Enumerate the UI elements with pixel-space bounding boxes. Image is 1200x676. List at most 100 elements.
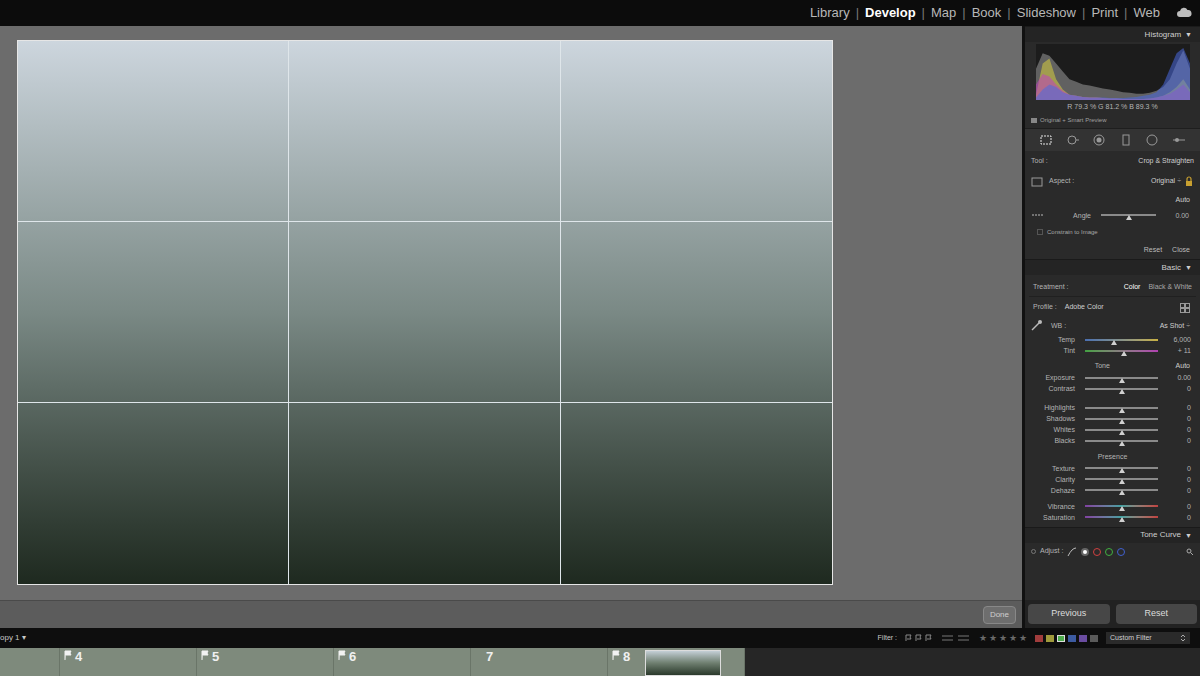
slider-track[interactable]: [1085, 429, 1158, 431]
lock-closed-icon[interactable]: [1184, 176, 1194, 187]
flag-icon[interactable]: [338, 650, 346, 660]
curve-channel[interactable]: [1081, 548, 1089, 556]
treatment-option[interactable]: Black & White: [1148, 282, 1192, 293]
flag-filter-icon[interactable]: [905, 634, 933, 642]
slider-thumb[interactable]: [1119, 517, 1125, 522]
module-link[interactable]: Print: [1091, 3, 1118, 23]
slider-value[interactable]: + 11: [1168, 347, 1196, 354]
slider-thumb[interactable]: [1119, 408, 1125, 413]
filmstrip-cell[interactable]: 7: [471, 648, 608, 676]
slider-track[interactable]: [1085, 440, 1158, 442]
spot-tool-icon[interactable]: [1066, 133, 1080, 147]
slider-value[interactable]: 6,000: [1168, 336, 1196, 343]
crop-action-button[interactable]: Close: [1172, 245, 1190, 256]
panel-header[interactable]: Basic▼: [1025, 259, 1200, 275]
flag-icon[interactable]: [64, 650, 72, 660]
panel-button[interactable]: Previous: [1028, 604, 1110, 624]
panel-button[interactable]: Reset: [1116, 604, 1198, 624]
slider-track[interactable]: [1085, 377, 1158, 379]
color-label[interactable]: [1057, 635, 1065, 642]
slider-track[interactable]: [1085, 505, 1158, 507]
cloud-icon[interactable]: [1176, 7, 1192, 19]
slider-value[interactable]: 0: [1168, 426, 1196, 433]
star[interactable]: ★: [999, 634, 1007, 643]
flag-icon[interactable]: [201, 650, 209, 660]
slider-thumb[interactable]: [1119, 479, 1125, 484]
color-label[interactable]: [1046, 635, 1054, 642]
slider-thumb[interactable]: [1119, 490, 1125, 495]
filmstrip-cell[interactable]: 6: [334, 648, 471, 676]
slider-track[interactable]: [1085, 489, 1158, 491]
module-link[interactable]: Slideshow: [1017, 3, 1076, 23]
panel-header[interactable]: Histogram▼: [1025, 26, 1200, 42]
eyedropper-icon[interactable]: [1029, 319, 1043, 333]
brush-tool-icon[interactable]: [1172, 133, 1186, 147]
slider-track[interactable]: [1085, 339, 1158, 341]
photo[interactable]: [17, 40, 833, 585]
aspect-arrow[interactable]: ÷: [1177, 176, 1181, 187]
slider-thumb[interactable]: [1119, 441, 1125, 446]
crop-tool-icon[interactable]: [1039, 133, 1053, 147]
thumbnail[interactable]: [645, 650, 721, 676]
slider-thumb[interactable]: [1121, 351, 1127, 356]
parametric-curve-icon[interactable]: [1067, 547, 1077, 557]
done-button[interactable]: Done: [983, 606, 1016, 624]
slider-track[interactable]: [1085, 388, 1158, 390]
slider-value[interactable]: 0.00: [1168, 374, 1196, 381]
module-link[interactable]: Web: [1134, 3, 1161, 23]
slider-value[interactable]: 0: [1168, 487, 1196, 494]
profile-value[interactable]: Adobe Color: [1065, 302, 1104, 313]
module-link[interactable]: Develop: [865, 3, 916, 23]
slider-track[interactable]: [1085, 467, 1158, 469]
panel-toggle[interactable]: ▼: [1185, 31, 1192, 38]
curve-channel[interactable]: [1117, 548, 1125, 556]
search-icon[interactable]: [1186, 548, 1194, 556]
crop-action-button[interactable]: Reset: [1144, 245, 1162, 256]
module-link[interactable]: Map: [931, 3, 956, 23]
panel-header[interactable]: Tone Curve▼: [1025, 527, 1200, 543]
tone-auto-button[interactable]: Auto: [1176, 361, 1196, 372]
slider-value[interactable]: 0: [1168, 465, 1196, 472]
slider-value[interactable]: 0: [1168, 385, 1196, 392]
slider-value[interactable]: 0: [1168, 476, 1196, 483]
slider-track[interactable]: [1085, 516, 1158, 518]
star[interactable]: ★: [1009, 634, 1017, 643]
panel-toggle[interactable]: ▼: [1185, 532, 1192, 539]
slider-track[interactable]: [1085, 478, 1158, 480]
curve-toggle[interactable]: [1031, 549, 1036, 554]
constrain-checkbox[interactable]: [1037, 229, 1043, 235]
curve-channel[interactable]: [1105, 548, 1113, 556]
star[interactable]: ★: [979, 634, 987, 643]
filmstrip-cell[interactable]: 5: [197, 648, 334, 676]
graduated-tool-icon[interactable]: [1119, 133, 1133, 147]
list-filter-icon[interactable]: [941, 634, 971, 642]
crop-grid[interactable]: [17, 40, 833, 585]
radial-tool-icon[interactable]: [1145, 133, 1159, 147]
crop-frame-icon[interactable]: [1031, 177, 1043, 187]
slider-track[interactable]: [1085, 418, 1158, 420]
redeye-tool-icon[interactable]: [1092, 133, 1106, 147]
filmstrip-cell[interactable]: 4: [60, 648, 197, 676]
filter-dropdown[interactable]: Custom Filter: [1106, 632, 1190, 645]
slider-value[interactable]: 0: [1168, 415, 1196, 422]
slider-value[interactable]: 0: [1168, 404, 1196, 411]
slider-thumb[interactable]: [1119, 468, 1125, 473]
module-link[interactable]: Library: [810, 3, 850, 23]
profile-browser-icon[interactable]: [1180, 303, 1190, 313]
slider-track[interactable]: [1085, 407, 1158, 409]
star[interactable]: ★: [989, 634, 997, 643]
slider-track[interactable]: [1101, 214, 1156, 216]
slider-thumb[interactable]: [1119, 419, 1125, 424]
star[interactable]: ★: [1019, 634, 1027, 643]
slider-value[interactable]: 0: [1168, 514, 1196, 521]
slider-thumb[interactable]: [1119, 378, 1125, 383]
slider-thumb[interactable]: [1119, 430, 1125, 435]
slider-value[interactable]: 0.00: [1166, 212, 1194, 219]
flag-icon[interactable]: [612, 650, 620, 660]
aspect-value[interactable]: Original: [1151, 176, 1175, 187]
color-label[interactable]: [1035, 635, 1043, 642]
auto-button[interactable]: Auto: [1176, 195, 1194, 206]
wb-value[interactable]: As Shot: [1160, 321, 1185, 332]
slider-thumb[interactable]: [1119, 389, 1125, 394]
treatment-option[interactable]: Color: [1124, 282, 1141, 293]
